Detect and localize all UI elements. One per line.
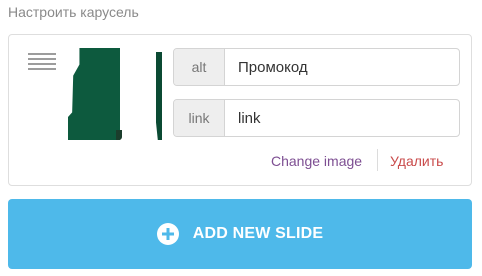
delete-slide-link[interactable]: Удалить [390,153,443,169]
link-addon-label: link [174,100,225,136]
alt-input[interactable]: Промокод [225,49,459,85]
alt-field[interactable]: alt Промокод [173,48,460,86]
change-image-link[interactable]: Change image [271,153,362,169]
link-input[interactable]: link [225,100,459,136]
action-divider [377,149,378,171]
slide-card: alt Промокод link link Change image Удал… [8,34,472,186]
link-field[interactable]: link link [173,99,460,137]
add-new-slide-button[interactable]: ADD NEW SLIDE [8,199,472,269]
drag-handle-icon[interactable] [28,53,56,71]
section-title: Настроить карусель [8,4,139,20]
alt-addon-label: alt [174,49,225,85]
slide-thumbnail [68,48,164,140]
add-new-slide-label: ADD NEW SLIDE [192,225,324,242]
plus-circle-icon [156,223,179,245]
